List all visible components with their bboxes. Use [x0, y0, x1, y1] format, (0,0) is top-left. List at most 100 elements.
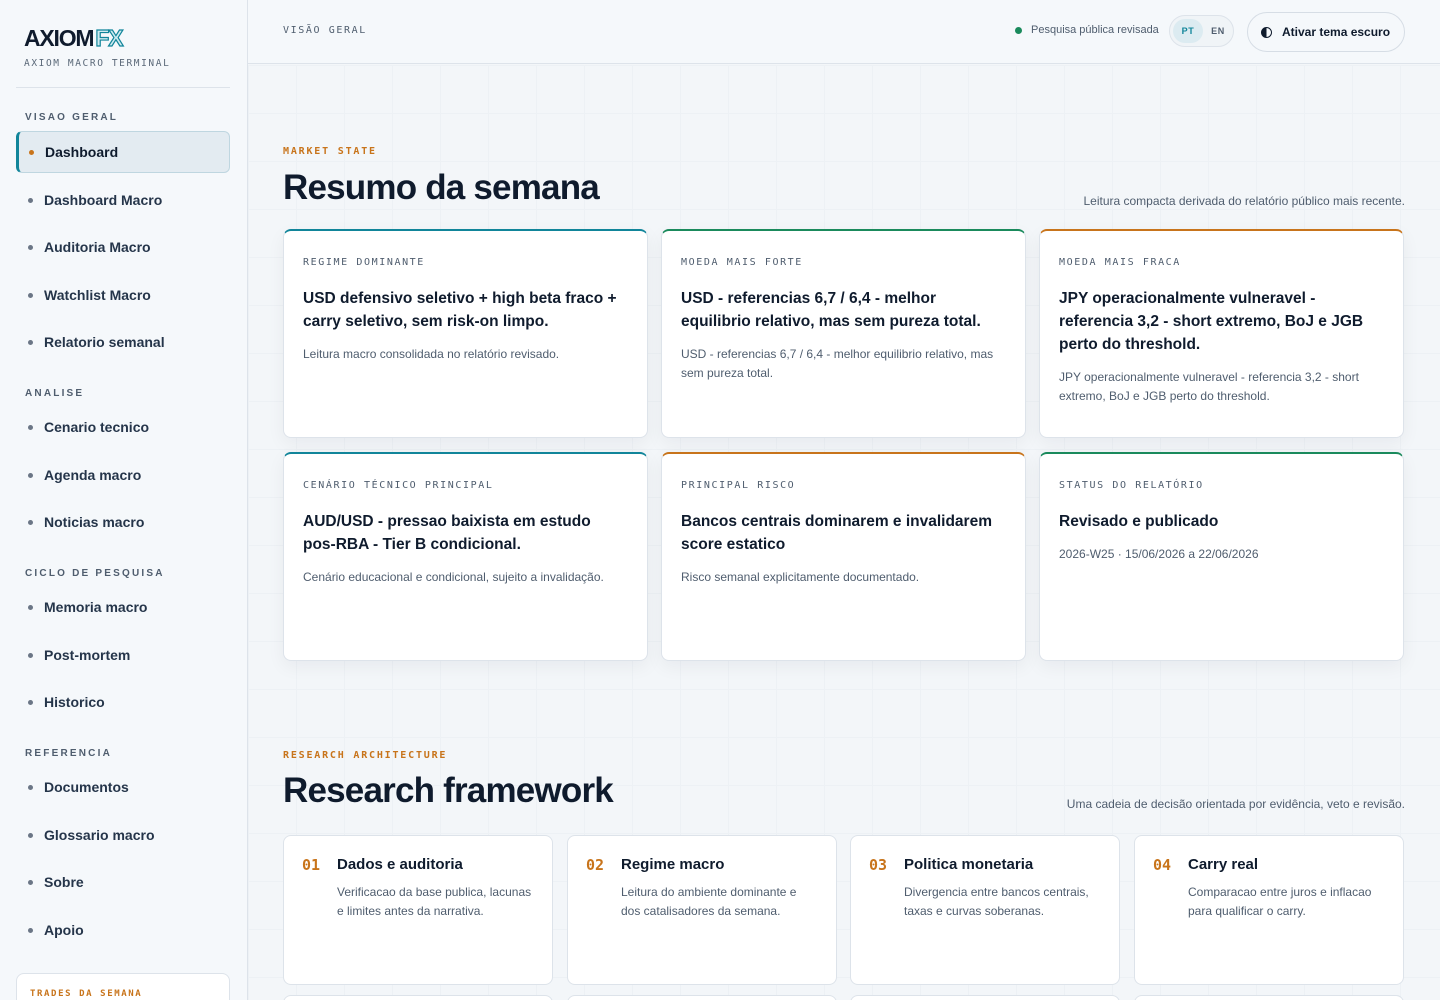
summary-card: MOEDA MAIS FRACA JPY operacionalmente vu… [1039, 229, 1404, 438]
step-number: 02 [586, 856, 605, 874]
sidebar-item-label: Post-mortem [44, 647, 131, 663]
sidebar-item-dashboard-macro[interactable]: Dashboard Macro [16, 179, 230, 221]
sidebar-item-label: Sobre [44, 874, 84, 890]
bullet-icon [28, 292, 33, 298]
contrast-icon [1261, 26, 1272, 38]
sidebar-item-label: Apoio [44, 922, 84, 938]
sidebar-item-dashboard[interactable]: Dashboard [16, 131, 230, 173]
bullet-icon [28, 197, 33, 203]
sidebar-item-relatorio-semanal[interactable]: Relatorio semanal [16, 321, 230, 363]
card-description: Risco semanal explicitamente documentado… [681, 570, 920, 584]
breadcrumb: VISÃO GERAL [283, 25, 367, 36]
divider [16, 87, 230, 88]
bullet-icon [28, 784, 33, 790]
lang-en-button[interactable]: EN [1203, 19, 1233, 43]
bullet-icon [28, 832, 33, 838]
step-number: 01 [302, 856, 321, 874]
card-description: 2026-W25 · 15/06/2026 a 22/06/2026 [1059, 547, 1259, 561]
bullet-icon [28, 604, 33, 610]
language-toggle: PT EN [1169, 15, 1234, 47]
sidebar-item-post-mortem[interactable]: Post-mortem [16, 634, 230, 676]
sidebar-item-label: Auditoria Macro [44, 239, 151, 255]
card-label: MOEDA MAIS FRACA [1059, 257, 1181, 268]
bullet-icon [28, 927, 33, 933]
sidebar-item-cenario-tecnico[interactable]: Cenario tecnico [16, 406, 230, 448]
framework-step: 03 Politica monetaria Divergencia entre … [850, 835, 1120, 985]
sidebar-item-documentos[interactable]: Documentos [16, 766, 230, 808]
nav-section-title: REFERENCIA [25, 748, 113, 759]
sidebar-item-label: Memoria macro [44, 599, 148, 615]
card-description: JPY operacionalmente vulneravel - refere… [1059, 370, 1359, 403]
brand-logo: AXIOMFX [24, 25, 124, 51]
section-title: Resumo da semana [283, 168, 600, 207]
brand-subtitle: AXIOM MACRO TERMINAL [24, 58, 171, 69]
theme-toggle-button[interactable]: Ativar tema escuro [1247, 12, 1405, 52]
bullet-icon [28, 472, 33, 478]
section-note: Uma cadeia de decisão orientada por evid… [1066, 797, 1405, 811]
status-dot-icon [1015, 26, 1022, 34]
framework-step: 02 Regime macro Leitura do ambiente domi… [567, 835, 837, 985]
card-title: Revisado e publicado [1059, 513, 1219, 530]
sidebar-item-label: Dashboard Macro [44, 192, 163, 208]
nav-section-title: CICLO DE PESQUISA [25, 568, 165, 579]
sidebar-item-historico[interactable]: Historico [16, 681, 230, 723]
framework-step: 01 Dados e auditoria Verificacao da base… [283, 835, 553, 985]
card-title: Bancos centrais dominarem e invalidarem … [681, 513, 992, 553]
bullet-icon [28, 244, 33, 250]
sidebar-item-agenda-macro[interactable]: Agenda macro [16, 454, 230, 496]
card-title: USD defensivo seletivo + high beta fraco… [303, 290, 617, 330]
card-title: USD - referencias 6,7 / 6,4 - melhor equ… [681, 290, 981, 330]
sidebar-item-memoria-macro[interactable]: Memoria macro [16, 586, 230, 628]
framework-step-placeholder [850, 995, 1120, 1000]
bullet-icon [28, 519, 33, 525]
sidebar-item-label: Cenario tecnico [44, 419, 150, 435]
card-label: REGIME DOMINANTE [303, 257, 425, 268]
lang-pt-button[interactable]: PT [1173, 19, 1203, 43]
sidebar-item-label: Historico [44, 694, 105, 710]
section-title: Research framework [283, 771, 614, 810]
step-description: Divergencia entre bancos centrais, taxas… [904, 885, 1089, 918]
trades-card[interactable]: TRADES DA SEMANA [16, 973, 230, 1000]
card-label: MOEDA MAIS FORTE [681, 257, 803, 268]
sidebar-item-sobre[interactable]: Sobre [16, 861, 230, 903]
step-number: 04 [1153, 856, 1172, 874]
status-indicator: Pesquisa pública revisada [1015, 24, 1159, 36]
summary-card: MOEDA MAIS FORTE USD - referencias 6,7 /… [661, 229, 1026, 438]
step-description: Comparacao entre juros e inflacao para q… [1188, 885, 1372, 918]
summary-card: CENÁRIO TÉCNICO PRINCIPAL AUD/USD - pres… [283, 452, 648, 661]
section-eyebrow: RESEARCH ARCHITECTURE [283, 750, 448, 761]
bullet-icon [28, 339, 33, 345]
step-description: Leitura do ambiente dominante e dos cata… [621, 885, 797, 918]
nav-section-title: VISAO GERAL [25, 112, 119, 123]
card-description: Leitura macro consolidada no relatório r… [303, 347, 560, 361]
step-title: Carry real [1188, 856, 1259, 873]
sidebar-item-label: Noticias macro [44, 514, 145, 530]
nav-section-title: ANALISE [25, 388, 85, 399]
sidebar-item-glossario-macro[interactable]: Glossario macro [16, 814, 230, 856]
framework-step-placeholder [283, 995, 553, 1000]
card-label: CENÁRIO TÉCNICO PRINCIPAL [303, 480, 494, 491]
framework-step-placeholder [1134, 995, 1404, 1000]
step-title: Regime macro [621, 856, 725, 873]
sidebar-item-label: Relatorio semanal [44, 334, 165, 350]
section-eyebrow: MARKET STATE [283, 146, 377, 157]
brand[interactable]: AXIOMFX AXIOM MACRO TERMINAL [24, 25, 171, 69]
trades-title: TRADES DA SEMANA [30, 989, 143, 999]
summary-card: PRINCIPAL RISCO Bancos centrais dominare… [661, 452, 1026, 661]
bullet-icon [29, 149, 34, 155]
bullet-icon [28, 879, 33, 885]
sidebar-item-watchlist-macro[interactable]: Watchlist Macro [16, 274, 230, 316]
status-text: Pesquisa pública revisada [1031, 24, 1159, 36]
sidebar-item-noticias-macro[interactable]: Noticias macro [16, 501, 230, 543]
sidebar-item-auditoria-macro[interactable]: Auditoria Macro [16, 226, 230, 268]
step-title: Dados e auditoria [337, 856, 463, 873]
main-content: MARKET STATE Resumo da semana Leitura co… [248, 65, 1440, 1000]
bullet-icon [28, 424, 33, 430]
sidebar-item-label: Dashboard [45, 144, 119, 160]
topbar: VISÃO GERAL Pesquisa pública revisada PT… [248, 0, 1440, 64]
sidebar-item-label: Watchlist Macro [44, 287, 151, 303]
card-title: AUD/USD - pressao baixista em estudo pos… [303, 513, 591, 553]
card-title: JPY operacionalmente vulneravel - refere… [1059, 290, 1364, 353]
sidebar-item-apoio[interactable]: Apoio [16, 909, 230, 951]
sidebar-item-label: Agenda macro [44, 467, 142, 483]
